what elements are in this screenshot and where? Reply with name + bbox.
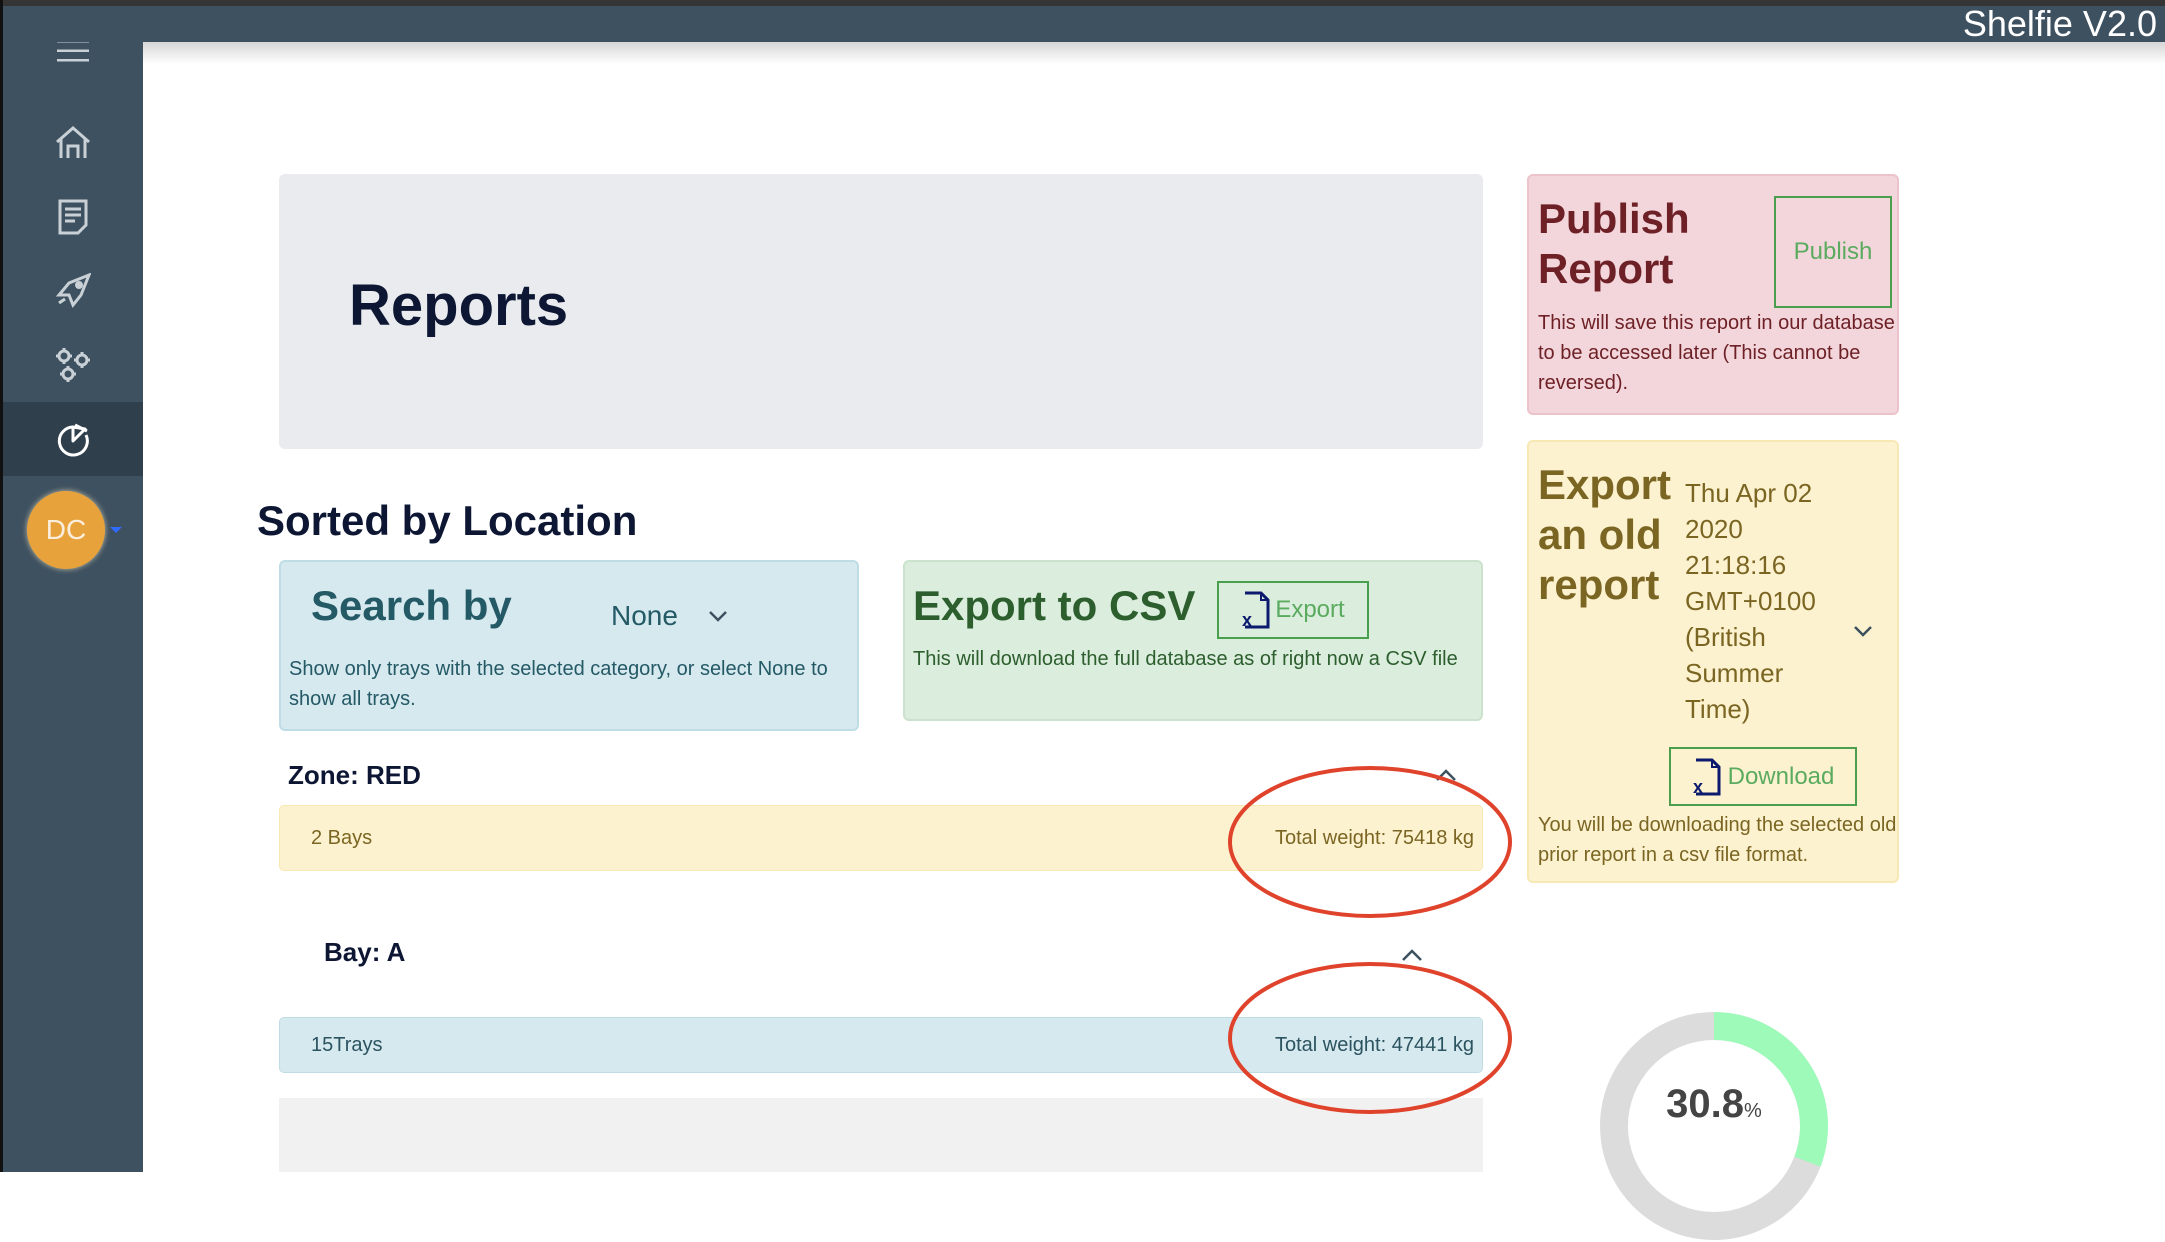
pie-chart-icon [57, 423, 89, 457]
bay-total-weight: Total weight: 47441 kg [1274, 1034, 1474, 1056]
user-menu-caret-icon[interactable] [110, 527, 122, 533]
search-description: Show only trays with the selected catego… [289, 658, 828, 710]
bay-tray-count: 15Trays [311, 1034, 383, 1056]
top-bar: Shelfie V2.0 [3, 6, 2165, 42]
rocket-icon [55, 273, 91, 308]
excel-file-icon: x [1242, 591, 1270, 629]
search-category-select[interactable]: None [611, 600, 728, 632]
search-panel: Search by None Show only trays with the … [279, 560, 859, 731]
topbar-shadow [143, 42, 2165, 64]
gauge-unit: % [1744, 1100, 1762, 1122]
svg-text:x: x [1693, 777, 1703, 796]
sidebar-item-reports[interactable] [3, 402, 143, 476]
page-header: Reports [279, 174, 1483, 449]
gauge-value: 30.8% [1600, 1082, 1828, 1127]
zone-summary-row[interactable]: 2 Bays Total weight: 75418 kg [279, 805, 1483, 871]
chevron-up-icon[interactable] [1435, 768, 1457, 782]
sidebar: DC [3, 6, 143, 1172]
export-button[interactable]: x Export [1217, 581, 1369, 639]
chevron-down-icon [709, 611, 727, 622]
publish-button-label: Publish [1793, 238, 1873, 265]
document-icon [58, 199, 88, 235]
publish-title: Publish Report [1538, 195, 1690, 292]
publish-panel: Publish Report Publish This will save th… [1527, 174, 1899, 415]
section-title: Sorted by Location [257, 497, 638, 544]
svg-text:x: x [1242, 610, 1252, 629]
sidebar-item-home[interactable] [3, 106, 143, 180]
publish-description: This will save this report in our databa… [1538, 312, 1895, 394]
gauge-value-number: 30.8 [1666, 1082, 1745, 1126]
user-initials: DC [45, 514, 87, 545]
old-report-date-select[interactable]: Thu Apr 02 2020 21:18:16 GMT+0100 (Briti… [1685, 475, 1885, 727]
download-button-label: Download [1727, 762, 1835, 790]
zone-total-weight: Total weight: 75418 kg [1274, 827, 1474, 849]
app-title: Shelfie V2.0 [1962, 3, 2157, 44]
export-button-label: Export [1275, 596, 1345, 623]
sidebar-item-notes[interactable] [3, 180, 143, 254]
chevron-up-icon[interactable] [1401, 948, 1423, 962]
user-avatar[interactable]: DC [27, 491, 105, 569]
bay-summary-row[interactable]: 15Trays Total weight: 47441 kg [279, 1017, 1483, 1073]
bay-title: Bay: A [324, 937, 406, 967]
sidebar-item-launch[interactable] [3, 254, 143, 328]
chevron-down-icon [1854, 626, 1872, 637]
sidebar-item-settings[interactable] [3, 328, 143, 402]
excel-file-icon: x [1693, 758, 1721, 796]
search-title: Search by [311, 582, 512, 629]
publish-button[interactable]: Publish [1774, 196, 1892, 308]
export-csv-description: This will download the full database as … [913, 648, 1458, 670]
old-report-selected-date: Thu Apr 02 2020 21:18:16 GMT+0100 (Briti… [1685, 478, 1816, 724]
app-window: DC Shelfie V2.0 Reports Sorted by Locati… [0, 0, 2165, 1240]
gears-icon [56, 348, 90, 382]
hamburger-menu-icon [57, 40, 89, 62]
zone-title: Zone: RED [288, 760, 421, 790]
export-csv-title: Export to CSV [913, 582, 1196, 629]
window-left-edge [0, 0, 3, 1172]
zone-bay-count: 2 Bays [311, 827, 373, 849]
home-icon [56, 126, 90, 158]
tray-list-placeholder [279, 1098, 1483, 1172]
search-selected-value: None [611, 600, 678, 631]
export-csv-panel: Export to CSV x Export This will downloa… [903, 560, 1483, 721]
old-report-description: You will be downloading the selected old… [1538, 814, 1897, 866]
download-button[interactable]: x Download [1669, 747, 1857, 806]
old-report-title: Export an old report [1538, 461, 1672, 608]
page-title: Reports [349, 273, 569, 338]
old-report-panel: Export an old report Thu Apr 02 2020 21:… [1527, 440, 1899, 883]
